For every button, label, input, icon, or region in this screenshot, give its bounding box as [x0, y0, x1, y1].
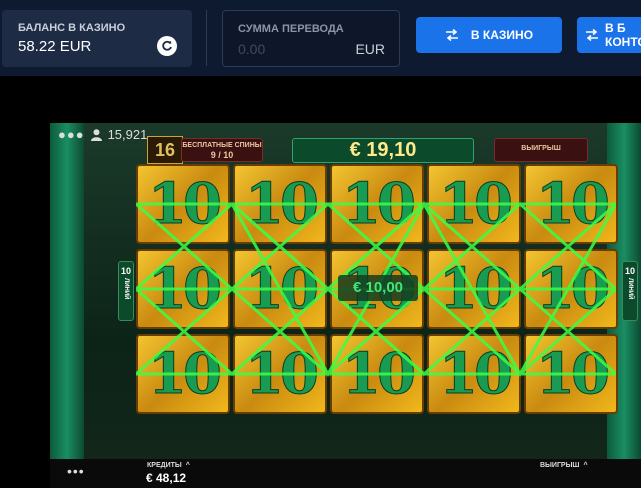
free-spins-label: БЕСПЛАТНЫЕ СПИНЫ — [182, 142, 262, 149]
balance-value: 58.22 EUR — [18, 38, 92, 55]
footer-win-label[interactable]: ВЫИГРЫШ ^ — [540, 462, 588, 469]
menu-dots-icon[interactable]: ••• — [67, 463, 85, 479]
to-office-line1: В Б — [605, 21, 626, 35]
chevron-up-icon: ^ — [583, 462, 588, 469]
lines-count-left: 10 — [120, 266, 131, 276]
more-dots-icon[interactable]: ●●● — [58, 127, 85, 142]
slot-game-area[interactable]: ●●● 15,921 16 БЕСПЛАТНЫЕ СПИНЫ 9 / 10 € … — [50, 123, 641, 488]
transfer-amount-field[interactable]: СУММА ПЕРЕВОДА 0.00 EUR — [222, 10, 400, 67]
header-divider — [206, 10, 207, 66]
transfer-currency: EUR — [355, 41, 385, 57]
swap-arrows-icon — [586, 29, 598, 41]
line-win-amount: € 10,00 — [338, 275, 418, 301]
credits-value: € 48,12 — [146, 471, 187, 485]
balance-label: БАЛАНС В КАЗИНО — [18, 22, 126, 34]
to-casino-label: В КАЗИНО — [470, 28, 534, 42]
player-count: 15,921 — [107, 127, 148, 142]
free-spins-value: 9 / 10 — [210, 150, 234, 160]
chevron-up-icon: ^ — [185, 462, 190, 469]
transfer-to-casino-button[interactable]: В КАЗИНО — [416, 17, 562, 53]
lines-indicator-right: 10 ЛИНИЙ — [622, 261, 638, 321]
swap-arrows-icon — [445, 29, 458, 41]
footer-win-label-text: ВЫИГРЫШ — [540, 462, 580, 469]
win-panel-label: ВЫИГРЫШ — [521, 145, 561, 152]
total-win-display: € 19,10 — [292, 138, 474, 163]
to-office-line2: КОНТО — [605, 35, 641, 49]
transfer-to-office-button[interactable]: В Б КОНТО — [577, 17, 641, 53]
transfer-amount-input[interactable]: 0.00 — [238, 41, 265, 57]
left-pillar — [50, 123, 84, 483]
casino-header: БАЛАНС В КАЗИНО 58.22 EUR СУММА ПЕРЕВОДА… — [0, 0, 641, 76]
credits-label[interactable]: КРЕДИТЫ ^ — [147, 462, 190, 469]
casino-balance-card: БАЛАНС В КАЗИНО 58.22 EUR — [2, 10, 192, 67]
game-logo: 16 — [147, 136, 183, 164]
transfer-label: СУММА ПЕРЕВОДА — [238, 23, 344, 35]
game-footer: ••• КРЕДИТЫ ^ € 48,12 ВЫИГРЫШ ^ — [50, 459, 641, 488]
user-icon — [90, 128, 102, 141]
to-office-label: В Б КОНТО — [605, 21, 641, 49]
free-spins-panel: БЕСПЛАТНЫЕ СПИНЫ 9 / 10 — [181, 138, 263, 162]
lines-word-right: ЛИНИЙ — [627, 278, 633, 300]
lines-word-left: ЛИНИЙ — [123, 278, 129, 300]
refresh-icon[interactable] — [157, 36, 177, 56]
lines-count-right: 10 — [624, 266, 635, 276]
lines-indicator-left: 10 ЛИНИЙ — [118, 261, 134, 321]
win-panel: ВЫИГРЫШ — [494, 138, 588, 162]
credits-label-text: КРЕДИТЫ — [147, 462, 182, 469]
game-info-bar: ●●● 15,921 — [58, 127, 147, 142]
